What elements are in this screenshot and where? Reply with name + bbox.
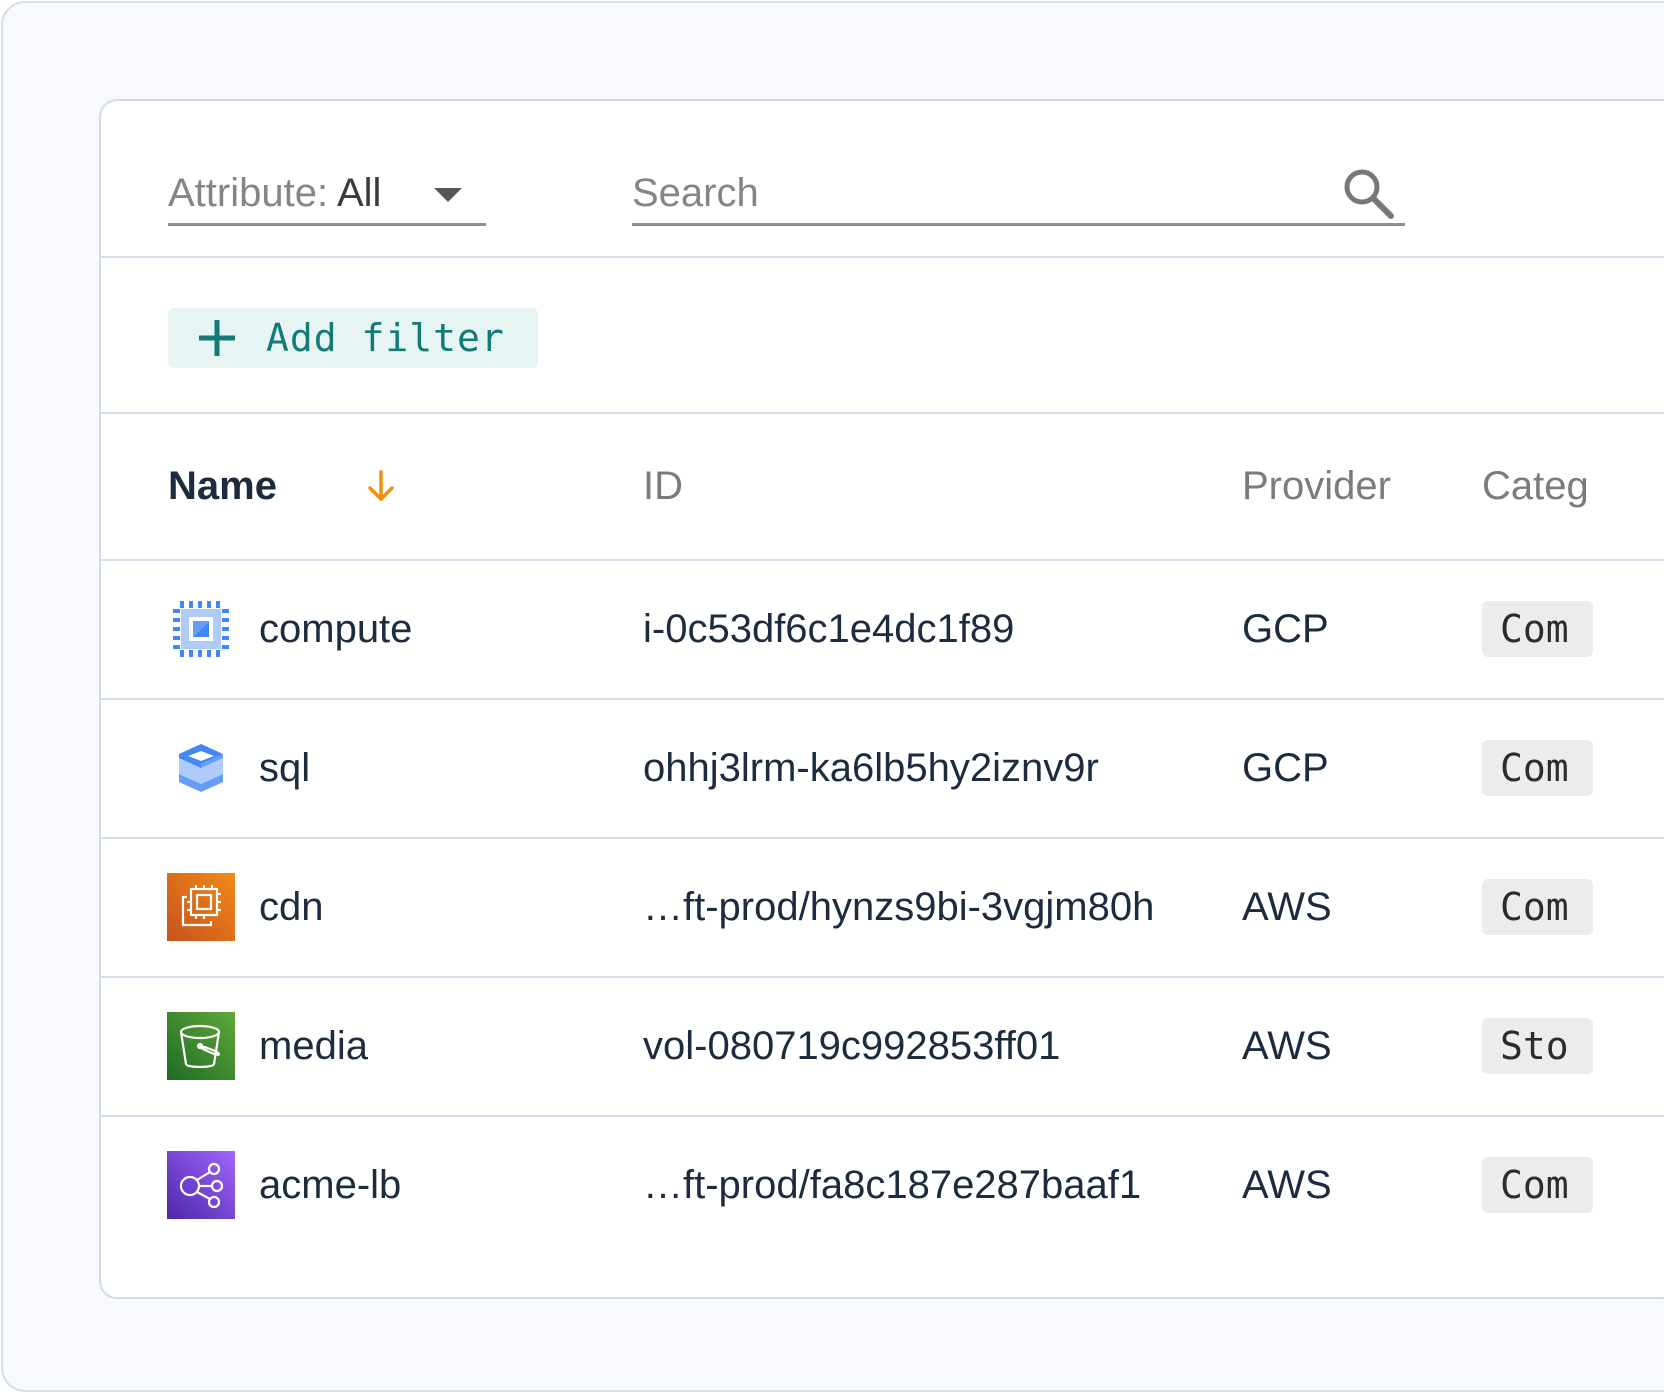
table-header: Name ID Provider Categ <box>101 414 1664 561</box>
table-row[interactable]: compute i-0c53df6c1e4dc1f89 GCP Com <box>101 561 1664 700</box>
row-provider: AWS <box>1242 1163 1332 1207</box>
search-field <box>632 163 1405 226</box>
gcp-compute-engine-icon <box>173 601 229 657</box>
row-id: …ft-prod/hynzs9bi-3vgjm80h <box>643 885 1155 929</box>
table-row[interactable]: sql ohhj3lrm-ka6lb5hy2iznv9r GCP Com <box>101 700 1664 839</box>
row-name: cdn <box>259 885 324 929</box>
column-header-provider[interactable]: Provider <box>1242 414 1391 559</box>
table-row[interactable]: cdn …ft-prod/hynzs9bi-3vgjm80h AWS Com <box>101 839 1664 978</box>
row-id: …ft-prod/fa8c187e287baaf1 <box>643 1163 1142 1207</box>
row-id: ohhj3lrm-ka6lb5hy2iznv9r <box>643 746 1099 790</box>
row-provider: GCP <box>1242 746 1329 790</box>
category-badge: Com <box>1482 879 1593 935</box>
category-badge: Com <box>1482 1157 1593 1213</box>
add-filter-label: Add filter <box>266 316 505 360</box>
attribute-select-label: Attribute: All <box>168 171 382 215</box>
row-id: i-0c53df6c1e4dc1f89 <box>643 607 1015 651</box>
column-header-id[interactable]: ID <box>643 414 683 559</box>
plus-icon <box>199 320 235 356</box>
row-provider: AWS <box>1242 1024 1332 1068</box>
search-input[interactable] <box>632 163 1332 223</box>
resource-table-card: Attribute: All Add filter <box>99 99 1664 1299</box>
row-name: sql <box>259 746 311 790</box>
aws-elastic-load-balancer-icon <box>167 1151 235 1219</box>
column-header-name[interactable]: Name <box>168 414 394 559</box>
table-row[interactable]: media vol-080719c992853ff01 AWS Sto <box>101 978 1664 1117</box>
search-icon[interactable] <box>1340 165 1398 221</box>
attribute-select[interactable]: Attribute: All <box>168 163 486 226</box>
arrow-down-icon <box>368 470 394 501</box>
add-filter-button[interactable]: Add filter <box>168 308 538 368</box>
gcp-cloud-sql-icon <box>179 744 223 792</box>
table-row[interactable]: acme-lb …ft-prod/fa8c187e287baaf1 AWS Co… <box>101 1117 1664 1254</box>
column-header-category[interactable]: Categ <box>1482 414 1589 559</box>
category-badge: Sto <box>1482 1018 1593 1074</box>
column-header-name-label: Name <box>168 464 277 508</box>
row-name: media <box>259 1024 368 1068</box>
row-id: vol-080719c992853ff01 <box>643 1024 1061 1068</box>
category-badge: Com <box>1482 740 1593 796</box>
chevron-down-icon <box>434 188 462 202</box>
toolbar: Attribute: All <box>101 101 1664 258</box>
aws-ec2-icon <box>167 873 235 941</box>
row-provider: AWS <box>1242 885 1332 929</box>
filter-bar: Add filter <box>101 258 1664 414</box>
page-background: Attribute: All Add filter <box>1 1 1664 1392</box>
row-provider: GCP <box>1242 607 1329 651</box>
row-name: compute <box>259 607 413 651</box>
row-name: acme-lb <box>259 1163 402 1207</box>
aws-s3-bucket-icon <box>167 1012 235 1080</box>
category-badge: Com <box>1482 601 1593 657</box>
attribute-select-value: All <box>336 171 382 215</box>
